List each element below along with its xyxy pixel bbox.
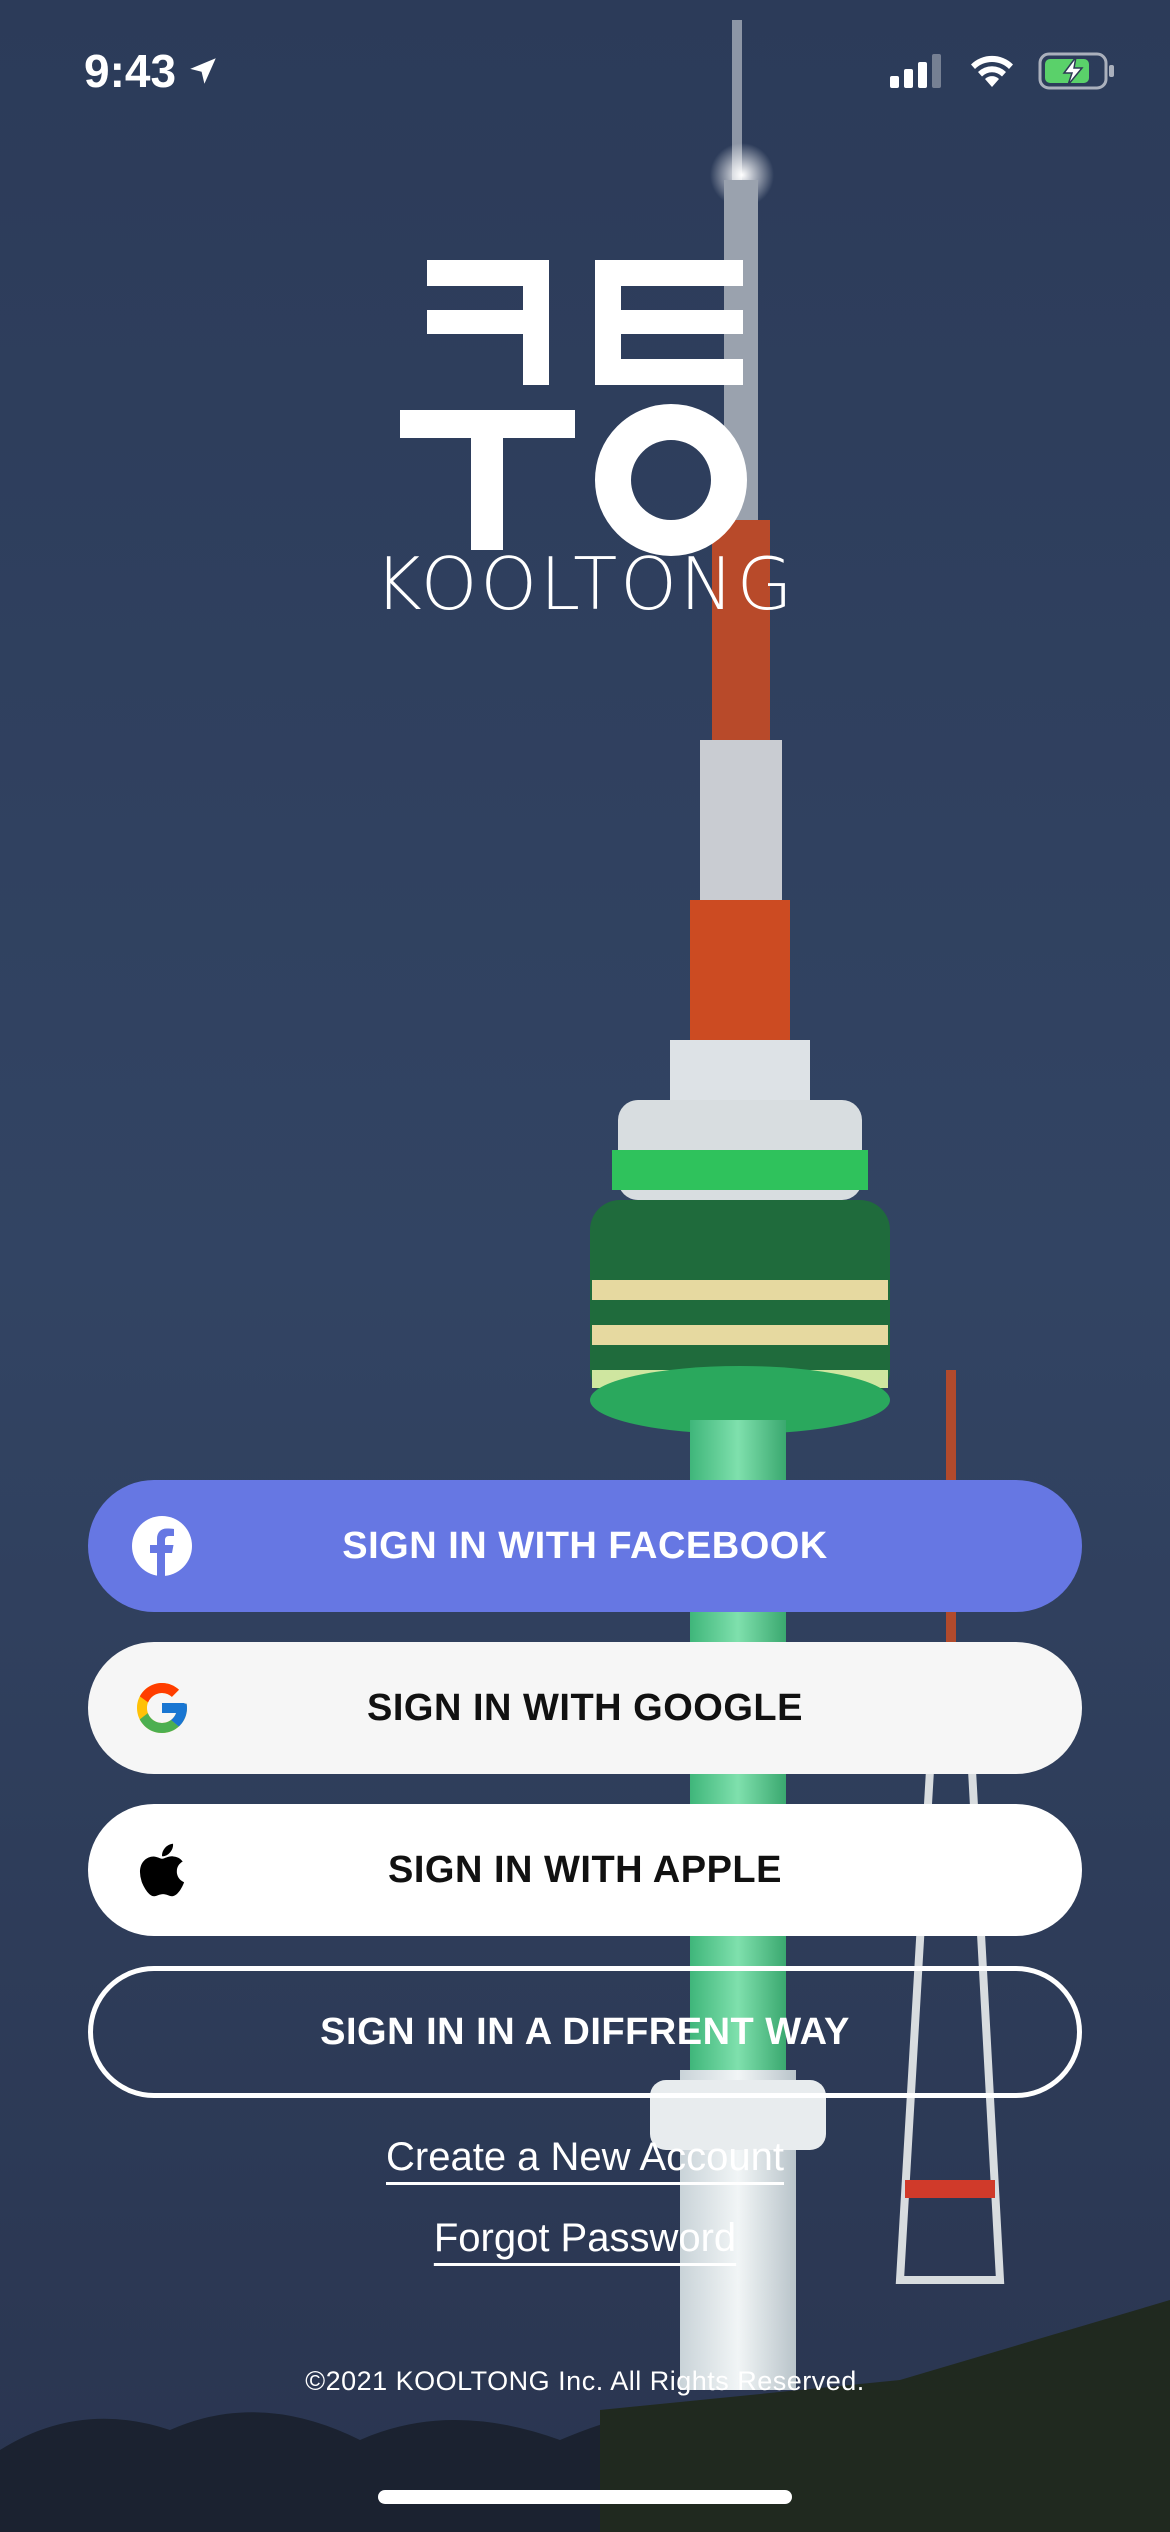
battery-charging-icon — [1038, 52, 1114, 90]
google-button-label: SIGN IN WITH GOOGLE — [367, 1686, 803, 1729]
cellular-signal-icon — [890, 54, 941, 88]
sign-in-other-way-button[interactable]: SIGN IN IN A DIFFRENT WAY — [88, 1966, 1082, 2098]
sign-in-google-button[interactable]: SIGN IN WITH GOOGLE — [88, 1642, 1082, 1774]
apple-icon — [139, 1843, 185, 1897]
create-account-label: Create a New Account — [386, 2135, 784, 2179]
apple-button-label: SIGN IN WITH APPLE — [388, 1848, 782, 1891]
brand-name: KOOLTONG — [374, 542, 796, 626]
wifi-icon — [971, 55, 1013, 87]
facebook-button-label: SIGN IN WITH FACEBOOK — [342, 1524, 828, 1567]
forgot-password-label: Forgot Password — [433, 2216, 737, 2260]
status-time: 9:43 — [84, 44, 220, 98]
time-label: 9:43 — [84, 45, 177, 97]
other-way-button-label: SIGN IN IN A DIFFRENT WAY — [320, 2010, 850, 2053]
status-icons — [890, 52, 1116, 90]
create-account-link[interactable]: Create a New Account — [0, 2135, 1170, 2180]
sign-in-apple-button[interactable]: SIGN IN WITH APPLE — [88, 1804, 1082, 1936]
location-arrow-icon — [190, 58, 216, 84]
google-icon — [137, 1683, 187, 1733]
home-indicator[interactable] — [378, 2490, 792, 2504]
forgot-password-link[interactable]: Forgot Password — [0, 2216, 1170, 2261]
sign-in-facebook-button[interactable]: SIGN IN WITH FACEBOOK — [88, 1480, 1082, 1612]
copyright-text: ©2021 KOOLTONG Inc. All Rights Reserved. — [305, 2366, 865, 2396]
facebook-icon — [132, 1516, 192, 1576]
